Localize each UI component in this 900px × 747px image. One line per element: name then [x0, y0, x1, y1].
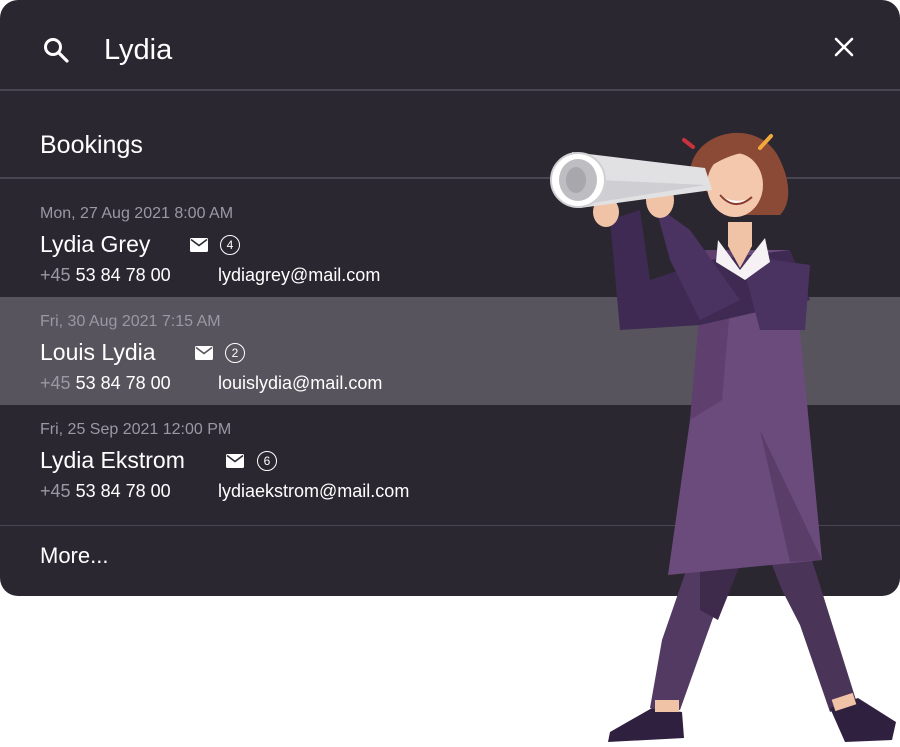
woman-with-spyglass-illustration [550, 132, 896, 742]
booking-date: Mon, 27 Aug 2021 8:00 AM [40, 205, 234, 222]
phone-number: 53 84 78 00 [75, 373, 171, 393]
search-input[interactable] [104, 28, 704, 72]
message-count-badge: 2 [225, 343, 245, 363]
phone-number: 53 84 78 00 [75, 481, 171, 501]
mail-icon [190, 238, 208, 252]
booking-email: lydiaekstrom@mail.com [218, 481, 410, 501]
search-icon [44, 38, 69, 63]
mail-icon [195, 346, 213, 360]
phone-country-code: +45 [40, 481, 71, 501]
booking-phone: +45 53 84 78 00 [40, 265, 171, 286]
booking-date: Fri, 30 Aug 2021 7:15 AM [40, 313, 221, 330]
close-icon[interactable] [830, 33, 858, 61]
search-bar [0, 0, 900, 90]
phone-number: 53 84 78 00 [75, 265, 171, 285]
section-title: Bookings [40, 131, 143, 159]
mail-icon [226, 454, 244, 468]
phone-country-code: +45 [40, 373, 71, 393]
phone-country-code: +45 [40, 265, 71, 285]
booking-name: Louis Lydia [40, 339, 156, 365]
booking-name: Lydia Grey [40, 231, 151, 257]
booking-phone: +45 53 84 78 00 [40, 373, 171, 394]
divider [0, 89, 900, 91]
message-count-badge: 4 [220, 235, 240, 255]
booking-name: Lydia Ekstrom [40, 447, 185, 473]
booking-email: louislydia@mail.com [218, 373, 383, 393]
booking-email: lydiagrey@mail.com [218, 265, 381, 285]
booking-date: Fri, 25 Sep 2021 12:00 PM [40, 421, 232, 438]
message-count-badge: 6 [257, 451, 277, 471]
booking-phone: +45 53 84 78 00 [40, 481, 171, 502]
more-link[interactable]: More... [40, 543, 108, 569]
